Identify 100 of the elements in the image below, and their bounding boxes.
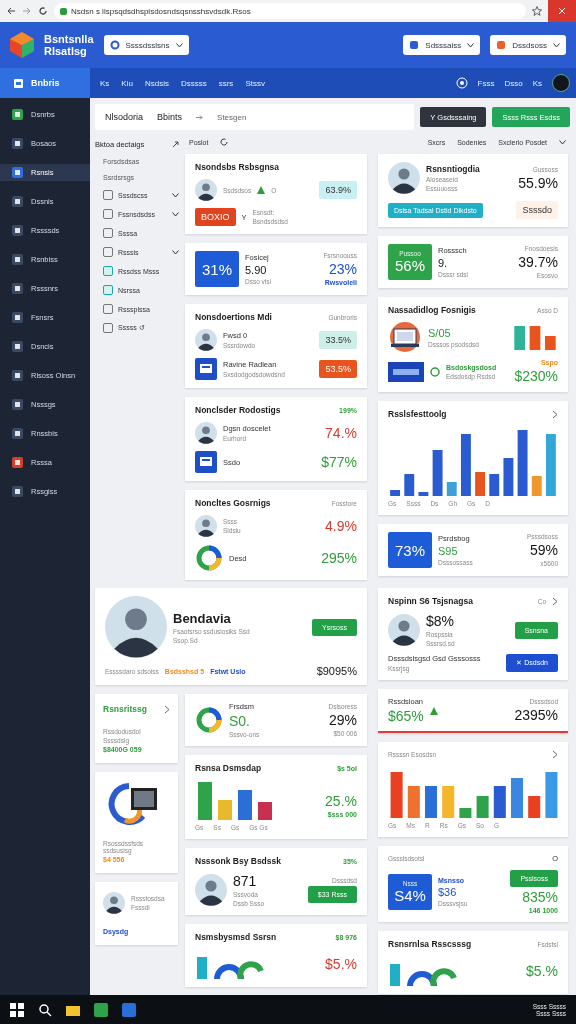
app-icon <box>195 451 217 473</box>
stat-value: $65% <box>388 708 424 724</box>
stat-value: $9095% <box>316 665 357 677</box>
header-select[interactable]: Dssdsoss <box>490 35 566 55</box>
nav-link[interactable]: Ks <box>532 78 542 88</box>
refresh-icon[interactable] <box>220 138 229 146</box>
stat-value: $5.% <box>526 963 558 979</box>
header-select[interactable]: Sdsssaiss <box>403 35 481 55</box>
avatar <box>388 614 420 646</box>
avatar <box>105 596 167 658</box>
stat-value: $36 <box>438 886 458 898</box>
stat-value: 55.9% <box>518 174 558 191</box>
card-title: Rsnsrnlsa Rsscsssg <box>388 939 472 949</box>
stat-value: 835% <box>522 889 558 905</box>
donut-chart-drawing <box>195 544 223 572</box>
breadcrumb-link[interactable]: Nlsodoria <box>105 112 144 122</box>
stat-value: $230% <box>514 368 558 384</box>
circle-icon <box>430 366 440 377</box>
percent-badge: 33.5% <box>319 331 357 349</box>
bar-chart-drawing <box>512 324 558 350</box>
chevron-icon[interactable] <box>552 750 558 759</box>
nav-link[interactable]: Stssv <box>245 78 265 88</box>
user-avatar[interactable] <box>552 74 570 92</box>
nav-link[interactable]: Dsssss <box>180 78 207 88</box>
percent-badge: 53.5% <box>319 360 357 378</box>
back-icon[interactable] <box>6 6 16 16</box>
tile-value: 31% <box>202 260 232 278</box>
app-icon <box>195 358 217 380</box>
avatar <box>195 874 227 906</box>
stat-value: $5.% <box>325 956 357 972</box>
breadcrumb-link[interactable]: Stesgen <box>217 112 247 122</box>
stat-value: 25.% <box>325 793 357 809</box>
stat-value: $77% <box>321 454 357 470</box>
chevron-icon[interactable] <box>552 409 558 419</box>
cube-logo-icon <box>10 32 34 58</box>
stat-value: $8% <box>426 613 455 629</box>
logo-icon <box>388 361 424 382</box>
avatar <box>195 515 217 537</box>
card-title: Rsnsritssg <box>103 704 147 714</box>
avatar <box>195 422 217 444</box>
chevron-icon[interactable] <box>552 596 558 606</box>
stat-value: 4.9% <box>325 518 357 534</box>
app-name: Bsntsnlla Rlsatlsg <box>44 33 94 57</box>
profile-name: Bendavia <box>173 610 232 626</box>
avatar <box>388 162 420 194</box>
stat-value: 871 <box>233 873 258 889</box>
percent-badge: Ssssdo <box>516 201 558 219</box>
square-icon <box>496 40 507 50</box>
card-title: Rsnsa Dsmsdap <box>195 763 262 773</box>
reload-icon[interactable] <box>38 6 48 16</box>
card-title: Noncltes Gosrnigs <box>195 498 271 508</box>
card-title: Nsmsbysmsd Ssrsn <box>195 932 277 942</box>
stat-value: S/05 <box>428 326 452 339</box>
windows-icon[interactable] <box>10 1002 24 1017</box>
nav-link[interactable]: Ks <box>100 78 110 88</box>
stat-value: S0. <box>229 713 251 729</box>
stat-value: 74.% <box>325 425 357 441</box>
tile-value: S4% <box>394 887 426 904</box>
card-title: Nonsdoertions Mdi <box>195 312 272 322</box>
card-title: Nspinn S6 Tsjsnagsa <box>388 596 473 606</box>
card-title: Nonclsder Rodostigs <box>195 405 281 415</box>
tile-value: 73% <box>395 541 425 559</box>
triangle-icon <box>429 706 438 715</box>
stat-value: 59% <box>529 542 558 558</box>
percent-badge: BOXIO <box>195 208 236 226</box>
ring-icon <box>109 40 120 50</box>
forward-icon[interactable] <box>22 6 32 16</box>
square-icon <box>409 40 420 50</box>
globe-icon[interactable] <box>455 77 468 89</box>
nav-link[interactable]: Nsdsis <box>144 78 169 88</box>
avatar <box>195 329 217 351</box>
home-icon <box>14 78 23 88</box>
card-title: Nsondsbs Rsbsgnsa <box>195 162 280 172</box>
breadcrumb-link[interactable]: Bbints <box>157 112 183 122</box>
caret-icon <box>175 42 183 48</box>
nav-link[interactable]: Dsso <box>504 78 523 88</box>
nav-link[interactable]: Fsss <box>477 78 495 88</box>
home-tab[interactable]: Bnbris <box>0 68 90 98</box>
stat-value: 295% <box>321 550 357 566</box>
app-icon[interactable] <box>122 1002 136 1017</box>
caret-icon <box>467 42 475 48</box>
address-bar[interactable]: Nsdsn s llspsqdsdhsplsdosndsqsnsshsvdsdk.Rsos <box>54 3 526 19</box>
workspace-select[interactable]: Ssssdsslsns <box>103 35 189 55</box>
app-icon[interactable] <box>94 1002 108 1017</box>
caret-icon <box>559 139 566 145</box>
card-title: Rsslsfesttoolg <box>388 409 447 419</box>
card-title: Nassadidlog Fosnigis <box>388 305 476 315</box>
close-icon <box>558 7 566 15</box>
stat-value: S95 <box>438 545 459 557</box>
stat-value: 39.7% <box>518 254 558 270</box>
star-icon[interactable] <box>532 6 542 16</box>
caret-icon <box>553 42 560 48</box>
caret-icon <box>172 192 179 198</box>
nav-link[interactable]: ssrs <box>218 78 234 88</box>
laptop-drawing <box>388 322 422 352</box>
nav-link[interactable]: Kiu <box>121 78 133 88</box>
card-title: Nsssonk Bsy Bsdssk <box>195 856 281 866</box>
search-icon[interactable] <box>38 1002 52 1017</box>
expand-icon[interactable] <box>172 141 179 148</box>
chevron-icon[interactable] <box>164 704 170 714</box>
